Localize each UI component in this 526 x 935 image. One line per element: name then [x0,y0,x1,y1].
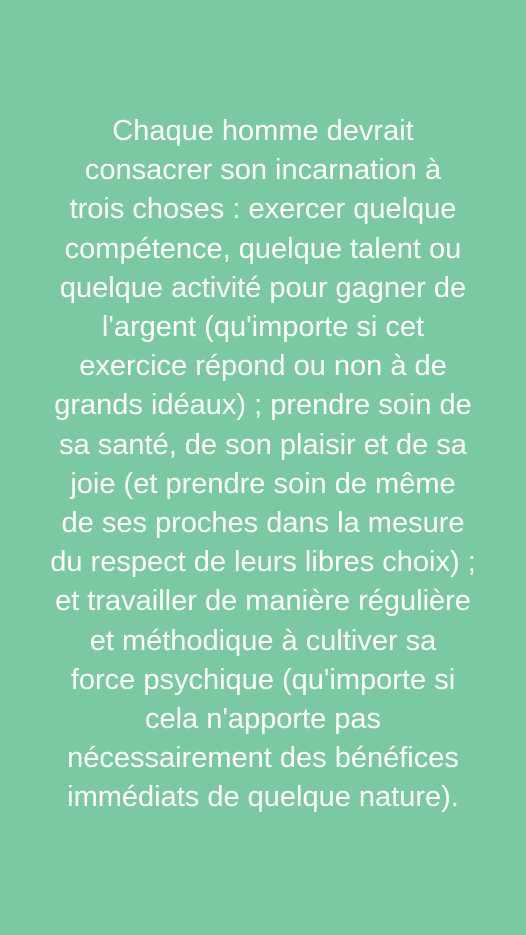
quote-line: cela n'apporte pas [144,703,382,736]
quote-text: Chaque homme devrait consacrer son incar… [0,112,526,818]
quote-line: joie (et prendre soin de même [70,467,456,500]
quote-line: et travailler de manière régulière [55,585,471,618]
quote-line: du respect de leurs libres choix) ; [50,546,476,579]
quote-line: force psychique (qu'importe si [70,663,456,696]
quote-line: immédiats de quelque nature). [67,781,459,814]
quote-line: quelque activité pour gagner de [59,271,467,304]
quote-line: compétence, quelque talent ou [64,232,462,265]
quote-line: Chaque homme devrait [112,115,414,147]
quote-card: Chaque homme devrait consacrer son incar… [0,0,526,935]
quote-line: l'argent (qu'importe si cet [101,311,425,344]
quote-line: grands idéaux) ; prendre soin de [54,389,472,422]
quote-line: et méthodique à cultiver sa [89,624,437,657]
quote-line: consacrer son incarnation à [84,154,442,187]
quote-line: trois choses : exercer quelque [69,193,457,226]
quote-line: exercice répond ou non à de [79,350,447,383]
quote-line: de ses proches dans la mesure [61,507,465,540]
quote-line: sa santé, de son plaisir et de sa [59,428,467,461]
quote-line: nécessairement des bénéfices [67,742,459,775]
